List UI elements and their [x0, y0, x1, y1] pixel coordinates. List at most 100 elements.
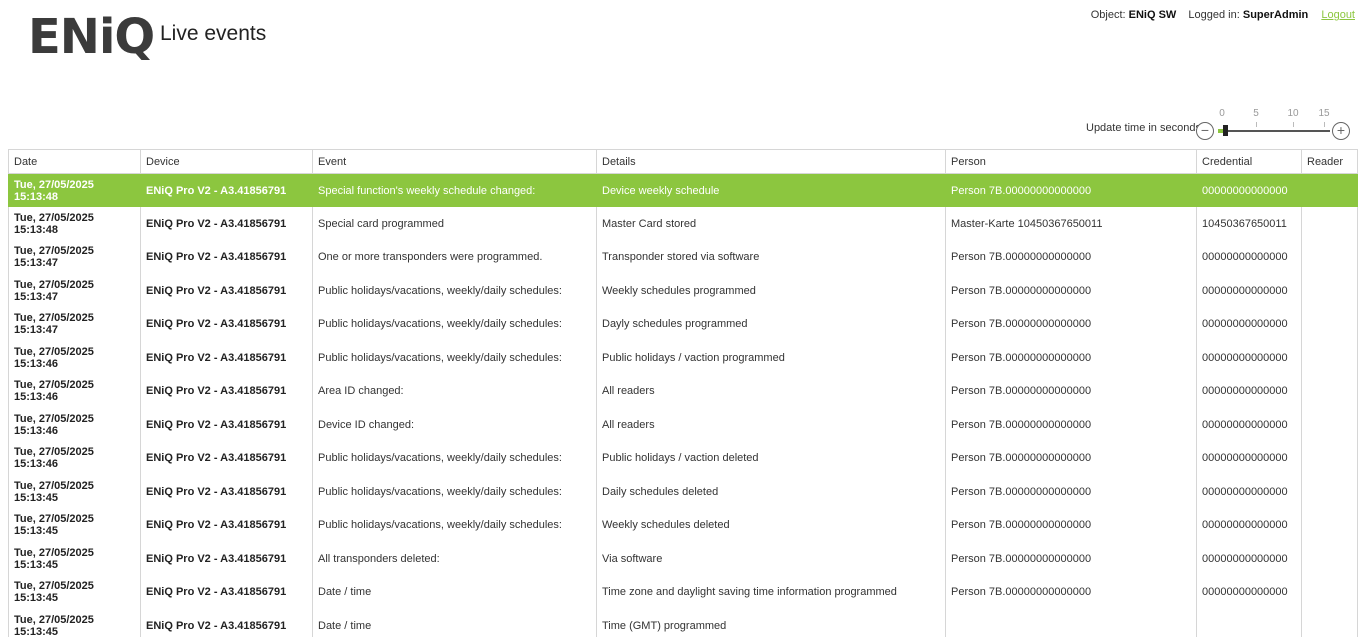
table-row[interactable]: Tue, 27/05/2025 15:13:45 ENiQ Pro V2 - A3.…	[8, 609, 1358, 637]
cell-details: Public holidays / vaction programmed	[596, 341, 946, 375]
cell-credential	[1196, 609, 1302, 637]
column-header-date[interactable]: Date	[8, 149, 141, 174]
column-header-reader[interactable]: Reader	[1301, 149, 1358, 174]
cell-credential: 00000000000000	[1196, 575, 1302, 609]
cell-date: Tue, 27/05/2025 15:13:45	[8, 475, 141, 509]
cell-person: Person 7B.00000000000000	[945, 240, 1197, 274]
date-day: Tue, 27/05/2025	[14, 245, 94, 258]
date-time: 15:13:46	[14, 391, 59, 404]
logout-link[interactable]: Logout	[1321, 9, 1355, 21]
table-row[interactable]: Tue, 27/05/2025 15:13:46 ENiQ Pro V2 - A3.…	[8, 374, 1358, 408]
cell-credential: 00000000000000	[1196, 441, 1302, 475]
cell-event: Public holidays/vacations, weekly/daily …	[312, 274, 597, 308]
cell-details: Device weekly schedule	[596, 173, 946, 207]
column-header-details[interactable]: Details	[596, 149, 946, 174]
cell-details: Daily schedules deleted	[596, 475, 946, 509]
cell-credential: 00000000000000	[1196, 240, 1302, 274]
table-row[interactable]: Tue, 27/05/2025 15:13:45 ENiQ Pro V2 - A3.…	[8, 542, 1358, 576]
table-row[interactable]: Tue, 27/05/2025 15:13:48 ENiQ Pro V2 - A3.…	[8, 173, 1358, 207]
object-label: Object:	[1090, 9, 1126, 21]
cell-device: ENiQ Pro V2 - A3.41856791	[140, 441, 313, 475]
date-time: 15:13:45	[14, 558, 59, 571]
live-events-table: Date Device Event Details Person Credential Re…	[8, 149, 1358, 637]
cell-person: Person 7B.00000000000000	[945, 408, 1197, 442]
cell-credential: 00000000000000	[1196, 341, 1302, 375]
date-day: Tue, 27/05/2025	[14, 312, 94, 325]
cell-person	[945, 609, 1197, 637]
cell-device: ENiQ Pro V2 - A3.41856791	[140, 274, 313, 308]
cell-person: Person 7B.00000000000000	[945, 475, 1197, 509]
table-row[interactable]: Tue, 27/05/2025 15:13:46 ENiQ Pro V2 - A3.…	[8, 441, 1358, 475]
cell-device: ENiQ Pro V2 - A3.41856791	[140, 173, 313, 207]
date-day: Tue, 27/05/2025	[14, 211, 94, 224]
table-row[interactable]: Tue, 27/05/2025 15:13:46 ENiQ Pro V2 - A3.…	[8, 341, 1358, 375]
date-day: Tue, 27/05/2025	[14, 412, 94, 425]
cell-device: ENiQ Pro V2 - A3.41856791	[140, 240, 313, 274]
cell-reader	[1301, 240, 1358, 274]
cell-reader	[1301, 374, 1358, 408]
tick-label: 15	[1318, 108, 1330, 119]
table-row[interactable]: Tue, 27/05/2025 15:13:45 ENiQ Pro V2 - A3.…	[8, 508, 1358, 542]
cell-date: Tue, 27/05/2025 15:13:45	[8, 609, 141, 637]
cell-device: ENiQ Pro V2 - A3.41856791	[140, 341, 313, 375]
cell-device: ENiQ Pro V2 - A3.41856791	[140, 475, 313, 509]
cell-reader	[1301, 508, 1358, 542]
cell-event: Public holidays/vacations, weekly/daily …	[312, 475, 597, 509]
cell-details: Time (GMT) programmed	[596, 609, 946, 637]
table-row[interactable]: Tue, 27/05/2025 15:13:45 ENiQ Pro V2 - A3.…	[8, 475, 1358, 509]
cell-event: Public holidays/vacations, weekly/daily …	[312, 307, 597, 341]
cell-device: ENiQ Pro V2 - A3.41856791	[140, 542, 313, 576]
cell-person: Master-Karte 10450367650011	[945, 207, 1197, 241]
cell-event: Special function's weekly schedule chang…	[312, 173, 597, 207]
date-time: 15:13:46	[14, 357, 59, 370]
cell-person: Person 7B.00000000000000	[945, 441, 1197, 475]
date-time: 15:13:48	[14, 223, 59, 236]
table-row[interactable]: Tue, 27/05/2025 15:13:47 ENiQ Pro V2 - A3.…	[8, 307, 1358, 341]
cell-reader	[1301, 207, 1358, 241]
cell-device: ENiQ Pro V2 - A3.41856791	[140, 575, 313, 609]
eniq-logo: ENiQ	[28, 8, 155, 64]
column-header-event[interactable]: Event	[312, 149, 597, 174]
cell-details: Transponder stored via software	[596, 240, 946, 274]
column-header-person[interactable]: Person	[945, 149, 1197, 174]
table-row[interactable]: Tue, 27/05/2025 15:13:47 ENiQ Pro V2 - A3.…	[8, 240, 1358, 274]
cell-event: Public holidays/vacations, weekly/daily …	[312, 341, 597, 375]
cell-reader	[1301, 475, 1358, 509]
slider-thumb[interactable]	[1223, 125, 1229, 136]
cell-device: ENiQ Pro V2 - A3.41856791	[140, 207, 313, 241]
date-day: Tue, 27/05/2025	[14, 446, 94, 459]
cell-date: Tue, 27/05/2025 15:13:48	[8, 173, 141, 207]
cell-reader	[1301, 542, 1358, 576]
cell-person: Person 7B.00000000000000	[945, 341, 1197, 375]
date-time: 15:13:46	[14, 424, 59, 437]
cell-date: Tue, 27/05/2025 15:13:47	[8, 307, 141, 341]
cell-date: Tue, 27/05/2025 15:13:46	[8, 408, 141, 442]
date-time: 15:13:47	[14, 290, 59, 303]
cell-reader	[1301, 575, 1358, 609]
column-header-credential[interactable]: Credential	[1196, 149, 1302, 174]
cell-credential: 00000000000000	[1196, 508, 1302, 542]
cell-date: Tue, 27/05/2025 15:13:45	[8, 542, 141, 576]
date-day: Tue, 27/05/2025	[14, 546, 94, 559]
cell-date: Tue, 27/05/2025 15:13:46	[8, 441, 141, 475]
logged-in-label: Logged in:	[1188, 9, 1240, 21]
column-header-device[interactable]: Device	[140, 149, 313, 174]
update-time-label: Update time in seconds:	[1086, 122, 1205, 134]
date-day: Tue, 27/05/2025	[14, 345, 94, 358]
cell-device: ENiQ Pro V2 - A3.41856791	[140, 408, 313, 442]
table-row[interactable]: Tue, 27/05/2025 15:13:48 ENiQ Pro V2 - A3.…	[8, 207, 1358, 241]
tick-mark	[1256, 122, 1257, 127]
table-row[interactable]: Tue, 27/05/2025 15:13:45 ENiQ Pro V2 - A3.…	[8, 575, 1358, 609]
cell-event: All transponders deleted:	[312, 542, 597, 576]
cell-person: Person 7B.00000000000000	[945, 508, 1197, 542]
cell-person: Person 7B.00000000000000	[945, 374, 1197, 408]
increase-button[interactable]: +	[1332, 122, 1350, 140]
cell-person: Person 7B.00000000000000	[945, 307, 1197, 341]
cell-event: Device ID changed:	[312, 408, 597, 442]
slider-track[interactable]	[1218, 130, 1330, 132]
table-row[interactable]: Tue, 27/05/2025 15:13:46 ENiQ Pro V2 - A3.…	[8, 408, 1358, 442]
table-row[interactable]: Tue, 27/05/2025 15:13:47 ENiQ Pro V2 - A3.…	[8, 274, 1358, 308]
date-time: 15:13:45	[14, 592, 59, 605]
decrease-button[interactable]: −	[1196, 122, 1214, 140]
date-time: 15:13:47	[14, 257, 59, 270]
